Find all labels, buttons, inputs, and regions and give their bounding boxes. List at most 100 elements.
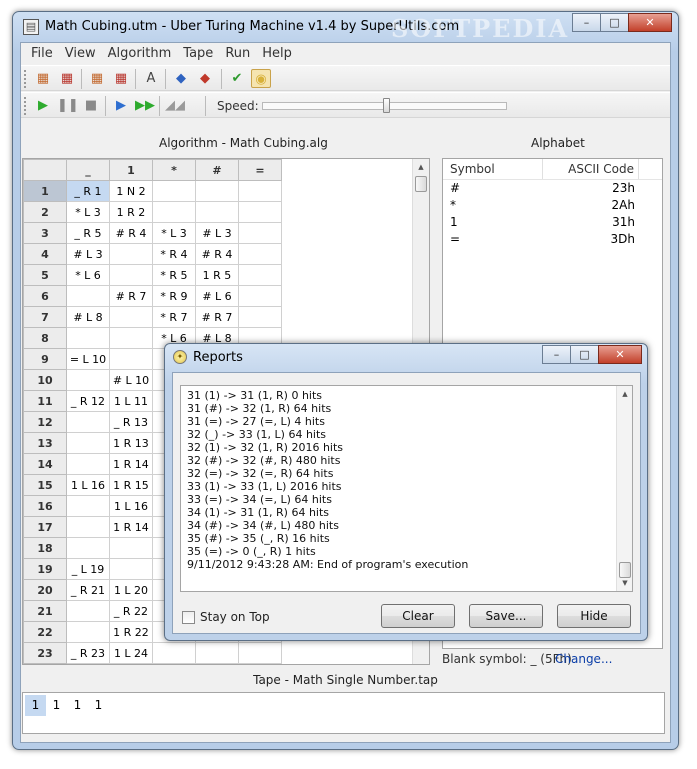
reports-close-button[interactable]: ✕: [598, 345, 642, 364]
grid-cell[interactable]: [66, 495, 110, 517]
row-header[interactable]: 8: [23, 327, 67, 349]
grid-cell[interactable]: [109, 306, 153, 328]
minimize-button[interactable]: –: [572, 13, 601, 32]
column-header[interactable]: _: [66, 159, 110, 181]
grid-cell[interactable]: [66, 432, 110, 454]
grid-cell[interactable]: [66, 453, 110, 475]
stay-on-top-checkbox[interactable]: [182, 611, 195, 624]
grid-cell[interactable]: # L 3: [66, 243, 110, 265]
list-item[interactable]: * 2Ah: [443, 197, 662, 214]
row-header[interactable]: 13: [23, 432, 67, 454]
grid-cell[interactable]: 1 R 5: [195, 264, 239, 286]
menu-file[interactable]: File: [25, 43, 59, 65]
scroll-thumb[interactable]: [415, 176, 427, 192]
row-header[interactable]: 4: [23, 243, 67, 265]
fast-forward-icon[interactable]: ▶▶: [135, 96, 155, 115]
validate-icon[interactable]: ✔: [227, 69, 247, 88]
grid-cell[interactable]: 1 R 2: [109, 201, 153, 223]
grid-cell[interactable]: [109, 243, 153, 265]
add-column-icon[interactable]: ▦: [87, 69, 107, 88]
menu-algorithm[interactable]: Algorithm: [102, 43, 178, 65]
grid-cell[interactable]: 1 R 13: [109, 432, 153, 454]
run-icon[interactable]: ▶: [33, 96, 53, 115]
grid-cell[interactable]: [66, 621, 110, 643]
grid-cell[interactable]: [238, 222, 282, 244]
grid-cell[interactable]: 1 L 16: [109, 495, 153, 517]
breakpoint-icon[interactable]: ◢◢: [165, 96, 185, 115]
menu-help[interactable]: Help: [256, 43, 298, 65]
grid-cell[interactable]: 1 R 15: [109, 474, 153, 496]
grid-cell[interactable]: _ R 1: [66, 180, 110, 202]
stop-icon[interactable]: ■: [81, 96, 101, 115]
toolbar-grip[interactable]: [24, 70, 27, 88]
grid-cell[interactable]: [109, 327, 153, 349]
row-header[interactable]: 6: [23, 285, 67, 307]
close-button[interactable]: ✕: [628, 13, 672, 32]
grid-cell[interactable]: _ R 13: [109, 411, 153, 433]
grid-cell[interactable]: [66, 516, 110, 538]
tape-view[interactable]: 1111: [22, 692, 665, 734]
grid-cell[interactable]: * L 6: [66, 264, 110, 286]
grid-cell[interactable]: [238, 243, 282, 265]
grid-cell[interactable]: _ R 12: [66, 390, 110, 412]
row-header[interactable]: 20: [23, 579, 67, 601]
grid-cell[interactable]: # L 8: [66, 306, 110, 328]
grid-cell[interactable]: # R 4: [109, 222, 153, 244]
row-header[interactable]: 15: [23, 474, 67, 496]
grid-cell[interactable]: [66, 369, 110, 391]
report-log[interactable]: 31 (1) -> 31 (1, R) 0 hits 31 (#) -> 32 (…: [180, 385, 633, 592]
grid-cell[interactable]: * R 4: [152, 243, 196, 265]
scroll-up-icon[interactable]: ▲: [617, 386, 632, 402]
grid-cell[interactable]: _ R 23: [66, 642, 110, 664]
grid-cell[interactable]: 1 L 16: [66, 474, 110, 496]
row-header[interactable]: 14: [23, 453, 67, 475]
speed-slider[interactable]: [262, 98, 507, 113]
grid-cell[interactable]: [109, 264, 153, 286]
ascii-column-header[interactable]: ASCII Code: [543, 159, 639, 179]
column-header[interactable]: 1: [109, 159, 153, 181]
reports-maximize-button[interactable]: □: [570, 345, 599, 364]
grid-cell[interactable]: 1 R 14: [109, 453, 153, 475]
row-header[interactable]: 5: [23, 264, 67, 286]
row-header[interactable]: 17: [23, 516, 67, 538]
grid-cell[interactable]: [109, 558, 153, 580]
row-header[interactable]: 12: [23, 411, 67, 433]
grid-cell[interactable]: [152, 180, 196, 202]
title-bar[interactable]: ▤ Math Cubing.utm - Uber Turing Machine …: [13, 12, 678, 43]
delete-column-icon[interactable]: ▦: [111, 69, 131, 88]
scroll-down-icon[interactable]: ▼: [617, 575, 632, 591]
pause-icon[interactable]: ❚❚: [57, 96, 79, 115]
grid-cell[interactable]: [238, 201, 282, 223]
column-header[interactable]: #: [195, 159, 239, 181]
row-header[interactable]: 18: [23, 537, 67, 559]
row-header[interactable]: 11: [23, 390, 67, 412]
grid-cell[interactable]: 1 L 11: [109, 390, 153, 412]
save-button[interactable]: Save...: [469, 604, 543, 628]
menu-run[interactable]: Run: [219, 43, 256, 65]
grid-cell[interactable]: * R 7: [152, 306, 196, 328]
list-item[interactable]: = 3Dh: [443, 231, 662, 248]
column-header[interactable]: =: [238, 159, 282, 181]
grid-cell[interactable]: = L 10: [66, 348, 110, 370]
grid-cell[interactable]: [195, 642, 239, 664]
grid-cell[interactable]: [195, 201, 239, 223]
tape-cell[interactable]: 1: [46, 695, 67, 716]
list-item[interactable]: #23h: [443, 180, 662, 197]
grid-cell[interactable]: [238, 642, 282, 664]
row-header[interactable]: 1: [23, 180, 67, 202]
grid-cell[interactable]: [238, 306, 282, 328]
reports-minimize-button[interactable]: –: [542, 345, 571, 364]
grid-cell[interactable]: [66, 411, 110, 433]
delete-row-icon[interactable]: ◆: [195, 69, 215, 88]
grid-cell[interactable]: # L 10: [109, 369, 153, 391]
grid-cell[interactable]: [195, 180, 239, 202]
row-header[interactable]: 7: [23, 306, 67, 328]
menu-view[interactable]: View: [59, 43, 102, 65]
grid-cell[interactable]: [238, 285, 282, 307]
row-header[interactable]: 10: [23, 369, 67, 391]
grid-cell[interactable]: _ R 22: [109, 600, 153, 622]
row-header[interactable]: 22: [23, 621, 67, 643]
grid-cell[interactable]: [66, 327, 110, 349]
grid-cell[interactable]: # R 7: [109, 285, 153, 307]
row-header[interactable]: 9: [23, 348, 67, 370]
